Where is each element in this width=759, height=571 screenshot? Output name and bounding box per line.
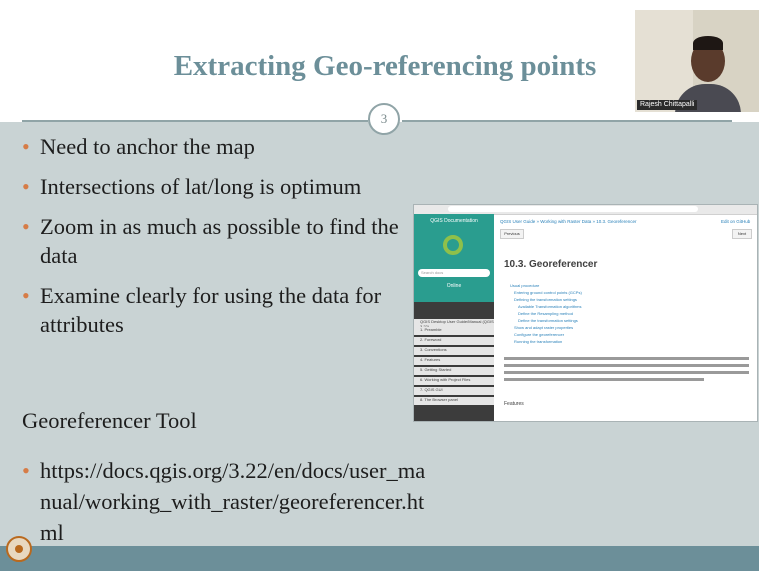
- bullet-icon: •: [22, 174, 30, 199]
- bullet-icon: •: [22, 283, 30, 308]
- presenter-caption: Rajesh Chittapalli: [637, 100, 698, 110]
- docs-previous-button: Previous: [500, 229, 524, 239]
- bullet-icon: •: [22, 134, 30, 159]
- bullet-icon: •: [22, 214, 30, 239]
- bullet-icon: •: [22, 458, 30, 483]
- bullet-text: Need to anchor the map: [40, 134, 255, 159]
- docs-toc-item: Usual procedure: [510, 283, 540, 288]
- docs-search-placeholder: Search docs: [421, 270, 444, 275]
- docs-next-button: Next: [732, 229, 752, 239]
- docs-heading: 10.3. Georeferencer: [504, 259, 598, 270]
- docs-sidebar-item: 4. Features: [414, 357, 494, 365]
- docs-edit-link: Edit on GitHub: [721, 219, 751, 224]
- docs-sidebar-item: 3. Conventions: [414, 347, 494, 355]
- bullet-text: Zoom in as much as possible to find the …: [40, 214, 399, 268]
- docs-sidebar-item: 7. QGIS GUI: [414, 387, 494, 395]
- slide-number: 3: [380, 111, 388, 126]
- bullet-text: Intersections of lat/long is optimum: [40, 174, 362, 199]
- title-rule-left: [22, 120, 368, 122]
- docs-sidebar-button: Online: [446, 283, 462, 289]
- slide: Extracting Geo-referencing points 3 • Ne…: [0, 0, 759, 571]
- docs-breadcrumb: QGIS User Guide » Working with Raster Da…: [500, 219, 637, 224]
- bullet-list: • Need to anchor the map • Intersections…: [22, 132, 407, 350]
- docs-toc-item: Available Transformation algorithms: [518, 304, 582, 309]
- link-bullet: • https://docs.qgis.org/3.22/en/docs/use…: [22, 455, 430, 548]
- title-rule-right: [402, 120, 732, 122]
- slide-number-badge: 3: [368, 103, 400, 135]
- docs-toc-item: Define the Resampling method: [518, 311, 573, 316]
- docs-sidebar-item: 8. The Browser panel: [414, 397, 494, 405]
- docs-paragraph-line: [504, 371, 749, 374]
- docs-toc-item: Running the transformation: [514, 339, 563, 344]
- address-bar: [448, 206, 698, 212]
- docs-toc-item: Configure the georeferencer: [514, 332, 565, 337]
- docs-paragraph-line: [504, 378, 704, 381]
- slide-title: Extracting Geo-referencing points: [173, 50, 597, 82]
- qgis-logo-icon: [443, 235, 463, 255]
- footer-bar: [0, 546, 759, 571]
- presenter-hair: [693, 36, 723, 50]
- docs-link[interactable]: https://docs.qgis.org/3.22/en/docs/user_…: [40, 458, 425, 545]
- bullet-item: • Examine clearly for using the data for…: [22, 281, 407, 339]
- docs-toc-item: Define the transformation settings: [518, 318, 578, 323]
- docs-toc-item: Defining the transformation settings: [514, 297, 577, 302]
- bullet-text: Examine clearly for using the data for a…: [40, 283, 382, 337]
- bullet-item: • Zoom in as much as possible to find th…: [22, 212, 407, 270]
- docs-paragraph-line: [504, 364, 749, 367]
- bullet-item: • Need to anchor the map: [22, 132, 407, 161]
- docs-features-heading: Features: [504, 401, 524, 407]
- docs-sidebar-item: QGIS Desktop User Guide/Manual (QGIS 3.2…: [414, 319, 494, 329]
- bullet-item: • Intersections of lat/long is optimum: [22, 172, 407, 201]
- docs-sidebar-item: 1. Preamble: [414, 327, 494, 335]
- docs-paragraph-line: [504, 357, 749, 360]
- institute-logo-icon: [6, 536, 32, 562]
- docs-toc-item: Show and adapt raster properties: [514, 325, 574, 330]
- docs-sidebar-item: 6. Working with Project Files: [414, 377, 494, 385]
- docs-sidebar-item: 2. Foreword: [414, 337, 494, 345]
- docs-sidebar-title: QGIS Documentation: [430, 218, 478, 224]
- docs-toc-item: Entering ground control points (GCPs): [514, 290, 582, 295]
- section-label: Georeferencer Tool: [22, 408, 197, 433]
- docs-sidebar-item: 5. Getting Started: [414, 367, 494, 375]
- docs-search-input: Search docs: [418, 269, 490, 277]
- presenter-webcam: Rajesh Chittapalli: [635, 10, 759, 112]
- embedded-docs-screenshot: QGIS Documentation Search docs Online QG…: [413, 204, 758, 422]
